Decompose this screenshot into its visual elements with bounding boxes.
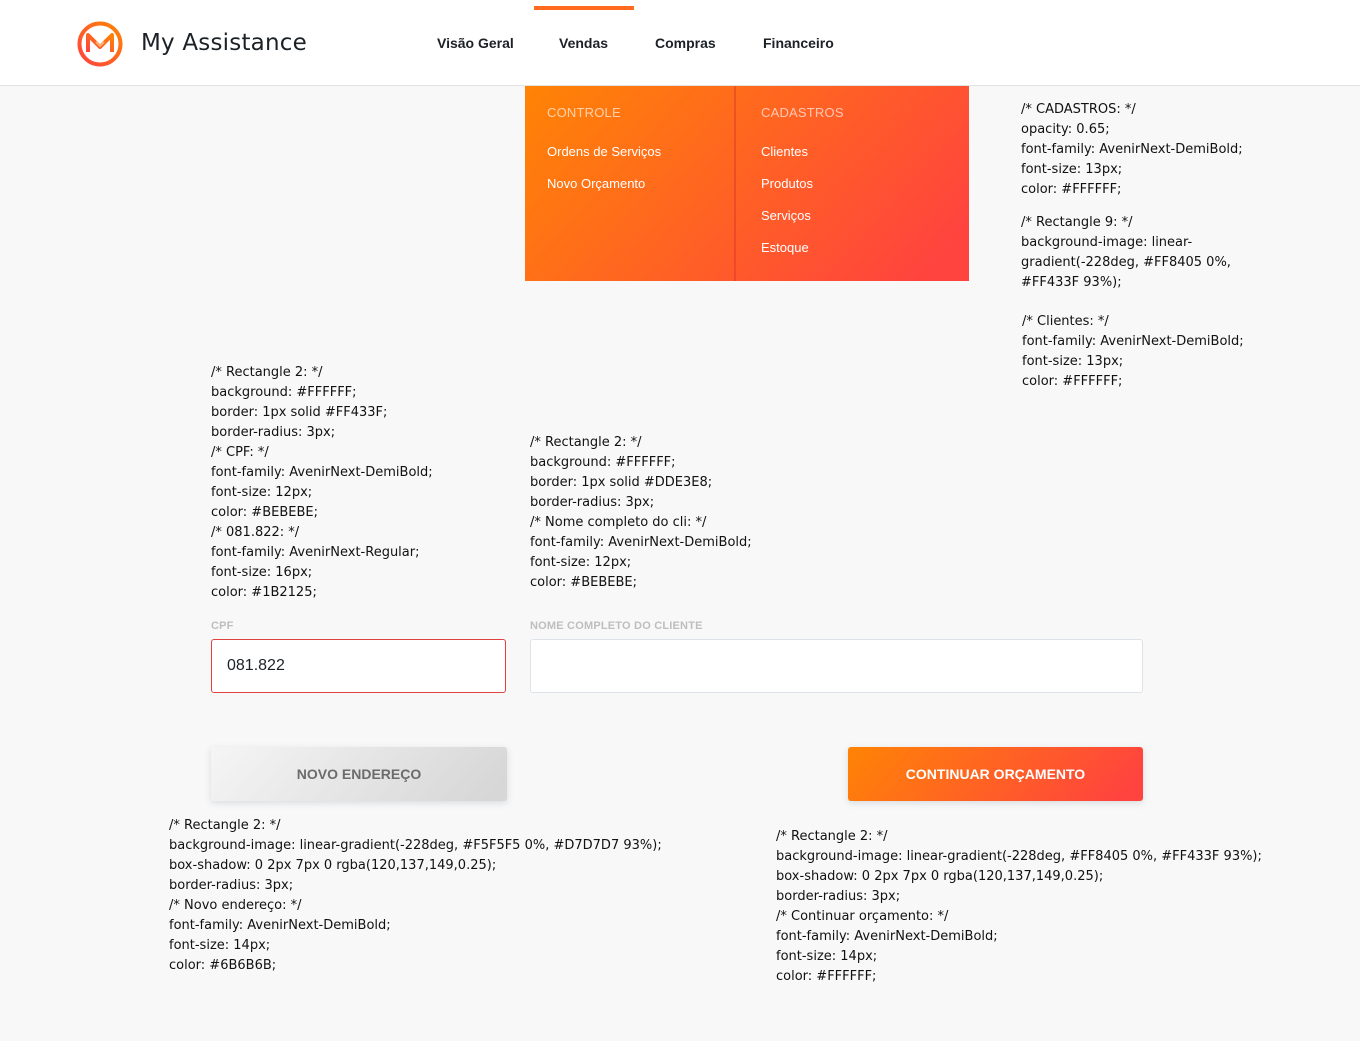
- nav-visao-geral[interactable]: Visão Geral: [437, 35, 514, 51]
- spec-note-name-field: /* Rectangle 2: */ background: #FFFFFF; …: [530, 435, 752, 590]
- spec-note-continuar: /* Rectangle 2: */ background-image: lin…: [776, 829, 1262, 984]
- client-name-label: NOME COMPLETO DO CLIENTE: [530, 620, 703, 632]
- dropdown-heading-cadastros: CADASTROS: [761, 105, 844, 120]
- menu-item-novo-orcamento[interactable]: Novo Orçamento: [547, 176, 645, 191]
- spec-note-clientes: /* Clientes: */ font-family: AvenirNext-…: [1022, 314, 1244, 389]
- brand-logo-icon[interactable]: [76, 20, 124, 68]
- cpf-input[interactable]: [211, 639, 506, 693]
- spec-note-cpf-field: /* Rectangle 2: */ background: #FFFFFF; …: [211, 365, 433, 600]
- menu-item-ordens-de-servicos[interactable]: Ordens de Serviços: [547, 144, 661, 159]
- menu-item-estoque[interactable]: Estoque: [761, 240, 809, 255]
- dropdown-divider: [734, 86, 736, 281]
- nav-active-indicator: [534, 6, 634, 10]
- top-navigation-bar: My Assistance Visão Geral Vendas Compras…: [0, 0, 1360, 86]
- nav-vendas[interactable]: Vendas: [559, 35, 608, 51]
- menu-item-produtos[interactable]: Produtos: [761, 176, 813, 191]
- client-name-input[interactable]: [530, 639, 1143, 693]
- menu-item-clientes[interactable]: Clientes: [761, 144, 808, 159]
- spec-note-rectangle-9: /* Rectangle 9: */ background-image: lin…: [1021, 215, 1231, 290]
- spec-note-novo-endereco: /* Rectangle 2: */ background-image: lin…: [169, 818, 662, 973]
- dropdown-heading-controle: CONTROLE: [547, 105, 621, 120]
- brand-name: My Assistance: [141, 30, 307, 56]
- nav-compras[interactable]: Compras: [655, 35, 716, 51]
- new-address-button[interactable]: NOVO ENDEREÇO: [211, 747, 507, 801]
- menu-item-servicos[interactable]: Serviços: [761, 208, 811, 223]
- vendas-dropdown-menu: CONTROLE Ordens de Serviços Novo Orçamen…: [525, 86, 969, 281]
- cpf-label: CPF: [211, 620, 234, 632]
- spec-note-cadastros: /* CADASTROS: */ opacity: 0.65; font-fam…: [1021, 102, 1243, 197]
- nav-financeiro[interactable]: Financeiro: [763, 35, 834, 51]
- continue-quote-button[interactable]: CONTINUAR ORÇAMENTO: [848, 747, 1143, 801]
